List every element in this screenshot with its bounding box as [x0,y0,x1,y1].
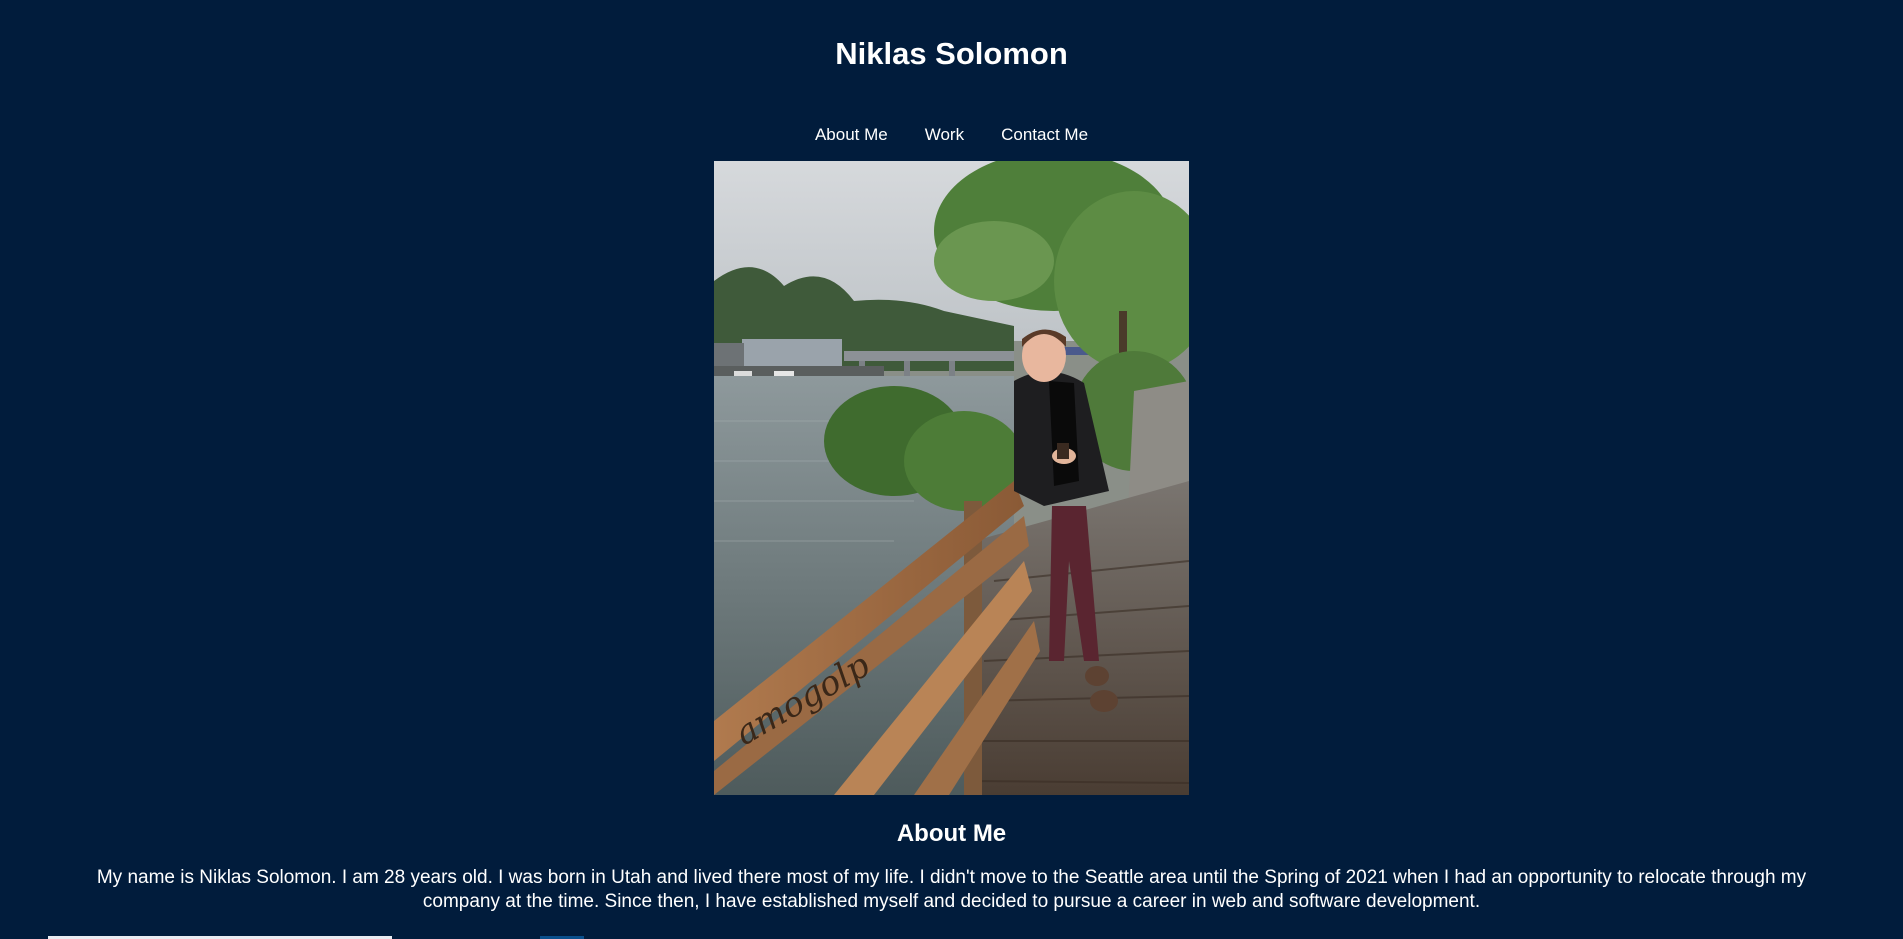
about-text: My name is Niklas Solomon. I am 28 years… [96,867,1807,912]
nav-link-about-me[interactable]: About Me [815,124,888,146]
site-title: Niklas Solomon [835,36,1068,71]
profile-photo: amogolp [714,161,1189,795]
nav-link-contact-me[interactable]: Contact Me [1001,124,1088,146]
page: Niklas Solomon About Me Work Contact Me [0,0,1903,939]
main-nav: About Me Work Contact Me [0,124,1903,146]
nav-link-work[interactable]: Work [925,124,964,146]
about-heading: About Me [896,820,1007,847]
